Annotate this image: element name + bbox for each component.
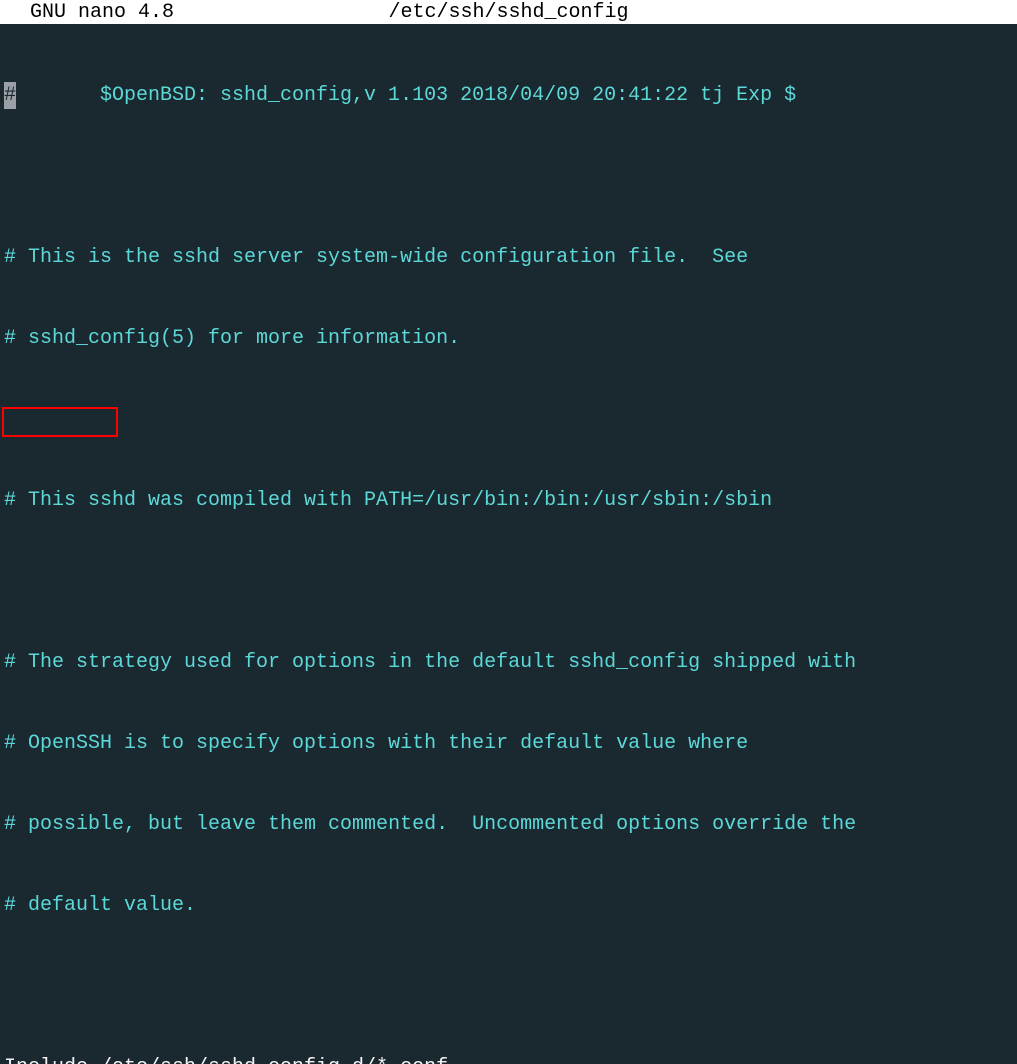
config-line: # The strategy used for options in the d… xyxy=(4,649,1017,676)
config-line: # $OpenBSD: sshd_config,v 1.103 2018/04/… xyxy=(4,82,1017,109)
config-line: # possible, but leave them commented. Un… xyxy=(4,811,1017,838)
config-line: # This sshd was compiled with PATH=/usr/… xyxy=(4,487,1017,514)
config-line xyxy=(4,973,1017,1000)
config-line: # sshd_config(5) for more information. xyxy=(4,325,1017,352)
config-line xyxy=(4,568,1017,595)
config-line xyxy=(4,163,1017,190)
config-line xyxy=(4,406,1017,433)
cursor: # xyxy=(4,82,16,109)
app-name: GNU nano 4.8 xyxy=(2,0,174,26)
editor-content[interactable]: # $OpenBSD: sshd_config,v 1.103 2018/04/… xyxy=(0,24,1017,1064)
config-line: # This is the sshd server system-wide co… xyxy=(4,244,1017,271)
config-line-include: Include /etc/ssh/sshd_config.d/*.conf xyxy=(4,1054,1017,1064)
file-path: /etc/ssh/sshd_config xyxy=(388,0,628,26)
config-line: # OpenSSH is to specify options with the… xyxy=(4,730,1017,757)
config-line: # default value. xyxy=(4,892,1017,919)
nano-title-bar: GNU nano 4.8 /etc/ssh/sshd_config xyxy=(0,0,1017,24)
